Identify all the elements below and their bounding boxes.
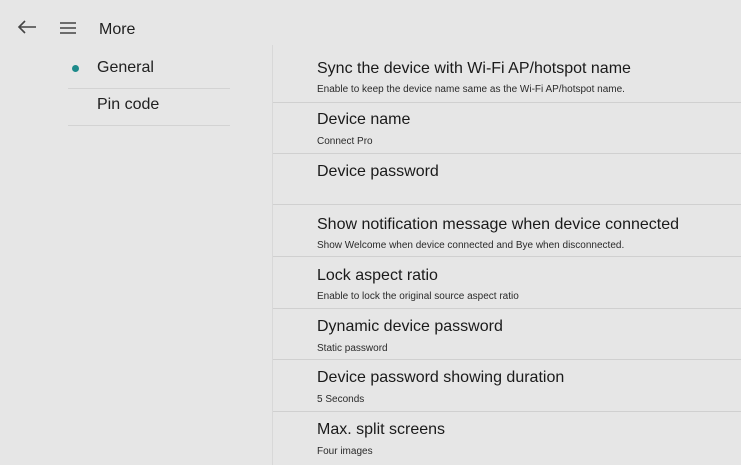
arrow-left-icon[interactable] [17, 19, 37, 35]
setting-title: Dynamic device password [317, 318, 503, 335]
setting-sync-wifi-name[interactable]: Sync the device with Wi-Fi AP/hotspot na… [273, 52, 741, 103]
selected-dot-icon [72, 65, 79, 72]
setting-subtitle: Four images [317, 446, 373, 457]
setting-subtitle: Static password [317, 343, 388, 354]
top-bar: More [0, 0, 741, 50]
setting-device-name[interactable]: Device name Connect Pro [273, 103, 741, 154]
settings-list: Sync the device with Wi-Fi AP/hotspot na… [273, 52, 741, 465]
setting-title: Show notification message when device co… [317, 216, 679, 233]
setting-title: Device password showing duration [317, 369, 565, 386]
setting-show-notification[interactable]: Show notification message when device co… [273, 205, 741, 257]
setting-subtitle: Show Welcome when device connected and B… [317, 240, 625, 251]
sidebar-item-label: Pin code [97, 96, 160, 113]
hamburger-icon[interactable] [60, 22, 76, 34]
setting-subtitle: Connect Pro [317, 136, 373, 147]
setting-lock-aspect-ratio[interactable]: Lock aspect ratio Enable to lock the ori… [273, 257, 741, 309]
setting-password-showing-duration[interactable]: Device password showing duration 5 Secon… [273, 360, 741, 412]
setting-title: Max. split screens [317, 421, 446, 438]
sidebar-item-label: General [97, 59, 154, 76]
setting-title: Device password [317, 163, 439, 180]
sidebar: General Pin code [68, 52, 230, 126]
sidebar-item-general[interactable]: General [68, 52, 230, 89]
setting-title: Device name [317, 111, 411, 128]
sidebar-item-pin-code[interactable]: Pin code [68, 89, 230, 126]
setting-device-password[interactable]: Device password [273, 154, 741, 205]
setting-title: Sync the device with Wi-Fi AP/hotspot na… [317, 60, 631, 77]
setting-subtitle: 5 Seconds [317, 394, 365, 405]
setting-title: Lock aspect ratio [317, 267, 438, 284]
setting-subtitle: Enable to keep the device name same as t… [317, 84, 625, 95]
setting-max-split-screens[interactable]: Max. split screens Four images [273, 412, 741, 465]
page-title: More [99, 21, 136, 38]
setting-subtitle: Enable to lock the original source aspec… [317, 291, 519, 302]
setting-dynamic-device-password[interactable]: Dynamic device password Static password [273, 309, 741, 360]
